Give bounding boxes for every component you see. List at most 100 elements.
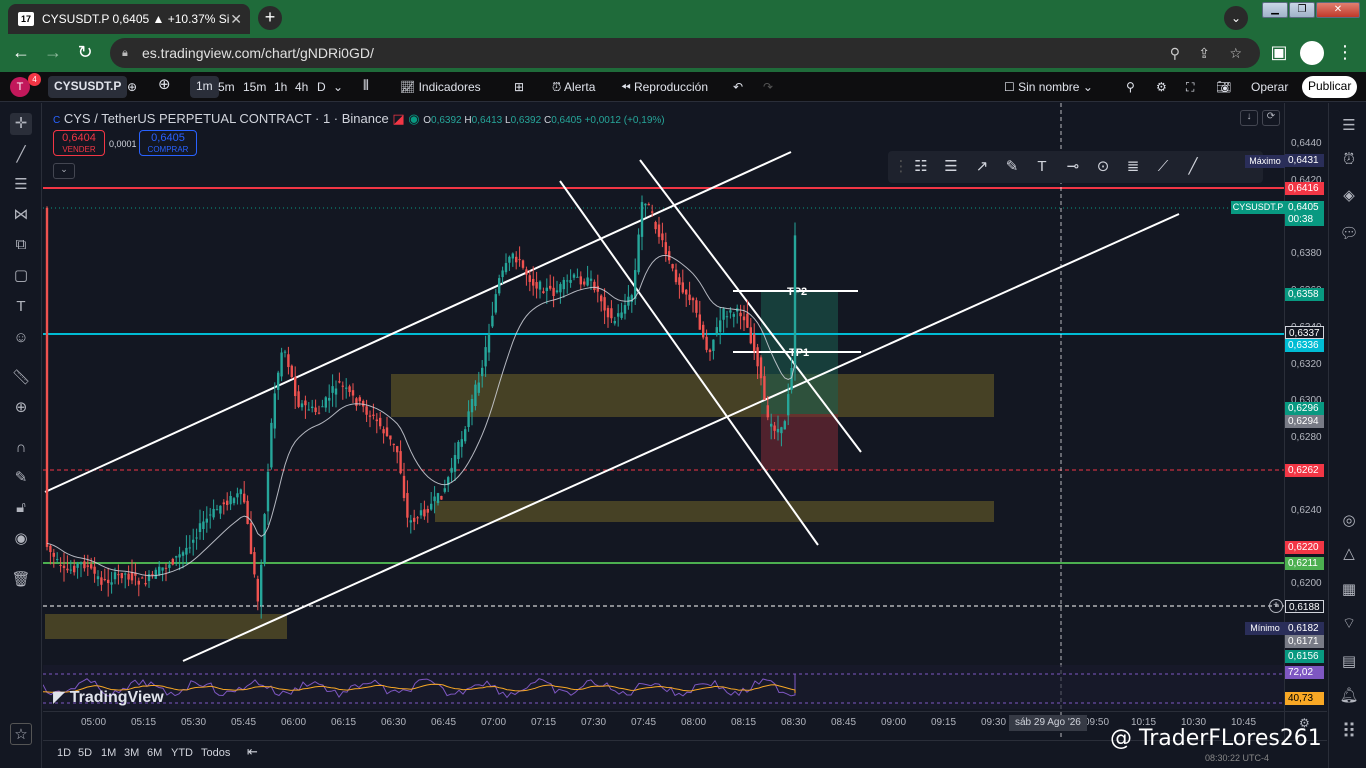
buy-button[interactable]: 0,6405 COMPRAR: [139, 130, 197, 156]
forward-icon[interactable]: →: [42, 42, 64, 63]
trash-icon[interactable]: 🗑︎: [10, 569, 32, 591]
minimize-button[interactable]: ▁: [1262, 2, 1288, 18]
apps-grid-icon[interactable]: ⠿: [1338, 721, 1360, 743]
candle-body: [725, 316, 729, 318]
trend-line-icon[interactable]: ╱: [10, 144, 32, 166]
pattern-icon[interactable]: ⋈: [10, 204, 32, 226]
share-icon[interactable]: ⇪: [1198, 38, 1210, 68]
clock-time[interactable]: 08:30:22 UTC-4: [1205, 753, 1269, 763]
range-5d[interactable]: 5D: [78, 747, 92, 759]
text-tool-icon[interactable]: T: [10, 296, 32, 318]
layout-name-button[interactable]: ☐ Sin nombre ⌄: [1004, 78, 1093, 96]
horizontal-ray-icon[interactable]: ⊸: [1062, 156, 1084, 178]
arrow-tool-icon[interactable]: ↗: [971, 156, 993, 178]
sell-button[interactable]: 0,6404 VENDER: [53, 130, 105, 156]
notes-icon[interactable]: ▤: [1338, 651, 1360, 673]
alerts-clock-icon[interactable]: ⏰︎: [1338, 149, 1360, 171]
templates-grid-icon[interactable]: ⊞: [514, 78, 524, 96]
forecast-icon[interactable]: ⧉: [10, 234, 32, 256]
line-style-icon[interactable]: ≣: [1122, 156, 1144, 178]
chat-icon[interactable]: 💬︎: [1338, 223, 1360, 245]
shapes-icon[interactable]: ▢: [10, 265, 32, 287]
symbol-title[interactable]: CYS / TetherUS PERPETUAL CONTRACT · 1 · …: [64, 111, 389, 126]
replay-button[interactable]: ⏪︎ Reproducción: [621, 78, 708, 96]
fib-retracement-icon[interactable]: ☰: [10, 174, 32, 196]
interval-dropdown-chevron-icon[interactable]: ⌄: [333, 78, 343, 96]
stay-drawing-icon[interactable]: ✎: [10, 467, 32, 489]
settings-gear-icon[interactable]: ⚙: [1156, 78, 1167, 96]
hide-drawings-eye-icon[interactable]: ◉: [10, 528, 32, 550]
interval-4h[interactable]: 4h: [295, 78, 308, 96]
parallel-channel-icon[interactable]: ☰: [940, 156, 962, 178]
range-all[interactable]: Todos: [201, 747, 230, 759]
chart-pane[interactable]: TP2 TP1 C CYS / TetherUS PERPETUAL CONTR…: [43, 103, 1327, 740]
interval-1h[interactable]: 1h: [274, 78, 287, 96]
range-3m[interactable]: 3M: [124, 747, 139, 759]
zoom-in-icon[interactable]: ⊕: [10, 397, 32, 419]
watchlist-icon[interactable]: ☰: [1338, 115, 1360, 137]
snapshot-camera-icon[interactable]: 📷︎: [1216, 78, 1231, 96]
brush-icon[interactable]: ✎: [1001, 156, 1023, 178]
new-tab-button[interactable]: +: [258, 6, 282, 30]
publish-button[interactable]: Publicar: [1302, 76, 1358, 98]
date-range-calendar-icon[interactable]: ⇤: [247, 744, 258, 760]
stream-icon[interactable]: ⌔: [1338, 613, 1360, 635]
interval-1m[interactable]: 1m: [190, 76, 219, 98]
favorites-star-icon[interactable]: ☆: [10, 723, 32, 745]
tab-search-chevron-icon[interactable]: ⌄: [1224, 6, 1248, 30]
sidepanel-icon[interactable]: ▣: [1268, 42, 1290, 63]
trend-line-tool-icon[interactable]: ⟋: [1152, 156, 1174, 178]
compare-symbol-icon[interactable]: ⊕: [158, 76, 171, 94]
collapse-legend-chevron-icon[interactable]: ⌄: [53, 163, 75, 179]
back-icon[interactable]: ←: [10, 42, 32, 63]
avatar[interactable]: T: [10, 77, 30, 97]
url-field[interactable]: 🔒︎ es.tradingview.com/chart/gNDRi0GD/ ⚲ …: [110, 38, 1260, 68]
ray-tool-icon[interactable]: ╱: [1182, 156, 1204, 178]
help-bell-icon[interactable]: 🔔︎: [1338, 685, 1360, 707]
fullscreen-icon[interactable]: ⛶: [1186, 78, 1194, 96]
alert-button[interactable]: ⏰︎ Alerta: [552, 78, 595, 96]
calendar-icon[interactable]: ▦: [1338, 579, 1360, 601]
target-icon[interactable]: ◎: [1338, 510, 1360, 532]
close-window-button[interactable]: ✕: [1316, 2, 1360, 18]
reload-icon[interactable]: ↻: [74, 42, 96, 63]
scroll-down-icon[interactable]: ↓: [1240, 110, 1258, 126]
lock-drawings-icon[interactable]: 🔓︎: [10, 497, 32, 519]
refresh-icon[interactable]: ⟳: [1262, 110, 1280, 126]
undo-icon[interactable]: ↶: [733, 78, 743, 96]
magnet-icon[interactable]: ∩: [10, 437, 32, 459]
indicators-button[interactable]: 📈︎ Indicadores: [400, 78, 481, 96]
profile-avatar[interactable]: [1300, 41, 1324, 65]
interval-5m[interactable]: 5m: [218, 78, 235, 96]
range-ytd[interactable]: YTD: [171, 747, 193, 759]
drag-handle-icon[interactable]: ⋮: [890, 156, 912, 178]
close-tab-icon[interactable]: ✕: [230, 4, 242, 34]
candle-type-icon[interactable]: ⫴: [363, 76, 369, 94]
range-1d[interactable]: 1D: [57, 747, 71, 759]
circle-icon[interactable]: ⊙: [1092, 156, 1114, 178]
symbol-search-button[interactable]: CYSUSDT.P: [48, 76, 128, 98]
bookmark-star-icon[interactable]: ☆: [1229, 38, 1242, 68]
symbol-info-icon[interactable]: ⊕: [127, 78, 137, 96]
crosshair-icon[interactable]: ✛: [10, 113, 32, 135]
trade-button[interactable]: Operar: [1251, 78, 1288, 96]
interval-d[interactable]: D: [317, 78, 326, 96]
zoom-icon[interactable]: ⚲: [1170, 38, 1180, 68]
candle-body: [317, 412, 321, 414]
range-1m[interactable]: 1M: [101, 747, 116, 759]
range-6m[interactable]: 6M: [147, 747, 162, 759]
interval-15m[interactable]: 15m: [243, 78, 266, 96]
browser-menu-icon[interactable]: ⋮: [1334, 42, 1356, 63]
emoji-icon[interactable]: ☺: [10, 327, 32, 349]
layers-icon[interactable]: ◈: [1338, 185, 1360, 207]
fib-tool-icon[interactable]: ☷: [910, 156, 932, 178]
ruler-icon[interactable]: 📏︎: [10, 367, 32, 389]
maximize-button[interactable]: ❐: [1289, 2, 1315, 18]
text-icon[interactable]: T: [1031, 156, 1053, 178]
ideas-icon[interactable]: △: [1338, 543, 1360, 565]
redo-icon[interactable]: ↷: [763, 78, 773, 96]
chart-toolbar: T 4 CYSUSDT.P ⊕ ⊕ 1m 5m 15m 1h 4h D ⌄ ⫴ …: [0, 72, 1366, 102]
quick-search-icon[interactable]: ⚲: [1126, 78, 1135, 96]
add-plus-icon[interactable]: +: [1269, 599, 1283, 613]
browser-tab[interactable]: 17 CYSUSDT.P 0,6405 ▲ +10.37% Si ✕: [8, 4, 250, 34]
